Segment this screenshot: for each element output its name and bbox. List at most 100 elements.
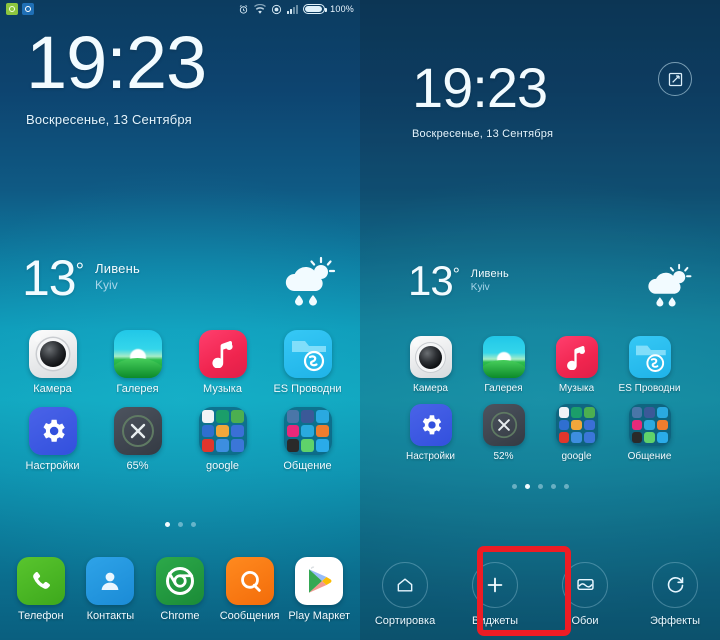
app-label: google	[561, 451, 592, 462]
app-item-cleaner[interactable]: 52%	[467, 404, 540, 462]
dock-item-messages[interactable]: Сообщения	[215, 557, 285, 622]
toolbar-label: Сортировка	[374, 614, 436, 627]
weather-temperature: 13°	[22, 253, 84, 303]
social-folder-icon	[283, 407, 332, 455]
toolbar-label: Виджеты	[472, 614, 518, 627]
clock-widget[interactable]: 19:23 Воскресенье, 13 Сентября	[26, 26, 207, 128]
es-file-explorer-icon	[628, 336, 671, 378]
app-grid: Камера Галерея Музыка ES Проводни Настро…	[360, 336, 720, 472]
page-dot[interactable]	[537, 484, 543, 489]
page-dot[interactable]	[190, 522, 196, 527]
home-outline-icon	[382, 561, 428, 608]
music-icon	[555, 336, 598, 378]
clock-widget[interactable]: 19:23 Воскресенье, 13 Сентября	[412, 56, 554, 141]
weather-temp-value: 13	[22, 250, 77, 306]
social-folder-icon	[628, 404, 671, 446]
folder-mini-grid	[631, 407, 668, 443]
folder-item-social[interactable]: Общение	[265, 407, 350, 472]
toolbar-button-widgets[interactable]: Виджеты	[450, 561, 540, 627]
app-item-gallery[interactable]: Галерея	[95, 330, 180, 395]
toolbar-button-wallpaper[interactable]: Обои	[540, 561, 630, 627]
app-label: Настройки	[25, 460, 80, 472]
app-item-gallery[interactable]: Галерея	[467, 336, 540, 394]
app-label: Общение	[283, 460, 332, 472]
app-item-cleaner[interactable]: 65%	[95, 407, 180, 472]
page-indicator[interactable]	[360, 484, 720, 489]
edit-pencil-square-icon[interactable]	[658, 62, 692, 96]
app-item-es-explorer[interactable]: ES Проводни	[613, 336, 686, 394]
contacts-icon	[86, 557, 135, 605]
gallery-icon	[113, 330, 162, 378]
dock-label: Телефон	[17, 610, 64, 622]
app-label: google	[205, 460, 240, 472]
page-dot[interactable]	[177, 522, 183, 527]
alarm-icon	[238, 4, 249, 15]
weather-meta: Ливень Kyiv	[471, 262, 509, 293]
page-dot[interactable]	[563, 484, 569, 489]
google-folder-icon	[198, 407, 247, 455]
edit-mode-toolbar: Сортировка Виджеты Обои Эффекты	[360, 548, 720, 640]
folder-mini-grid	[558, 407, 595, 443]
page-dot[interactable]	[511, 484, 517, 489]
status-bar-system: 100%	[238, 4, 354, 15]
rain-sun-cloud-icon	[638, 262, 694, 313]
app-item-settings[interactable]: Настройки	[394, 404, 467, 462]
dock-item-contacts[interactable]: Контакты	[76, 557, 146, 622]
toolbar-button-effects[interactable]: Эффекты	[630, 561, 720, 627]
dock-item-phone[interactable]: Телефон	[6, 557, 76, 622]
app-label: Настройки	[405, 451, 456, 462]
weather-widget[interactable]: 13° Ливень Kyiv	[0, 253, 360, 312]
clock-time: 19:23	[412, 56, 548, 119]
clock-date: Воскресенье, 13 Сентября	[412, 128, 554, 140]
app-label: 65%	[126, 460, 149, 472]
app-item-camera[interactable]: Камера	[394, 336, 467, 394]
dock-label: Контакты	[86, 610, 135, 622]
weather-degree-symbol: °	[452, 264, 460, 284]
folder-item-google[interactable]: google	[180, 407, 265, 472]
app-notification-green-icon	[6, 3, 18, 15]
folder-item-google[interactable]: google	[540, 404, 613, 462]
folder-item-social[interactable]: Общение	[613, 404, 686, 462]
google-folder-icon	[555, 404, 598, 446]
dock-bar: Телефон Контакты Chrome Сообщения Play М…	[0, 557, 360, 634]
page-dot[interactable]	[550, 484, 556, 489]
app-item-settings[interactable]: Настройки	[10, 407, 95, 472]
phone-icon	[16, 557, 65, 605]
gallery-icon	[482, 336, 525, 378]
dnd-icon	[271, 4, 282, 15]
app-grid: Камера Галерея Музыка ES Проводни Настро…	[0, 330, 360, 484]
app-item-camera[interactable]: Камера	[10, 330, 95, 395]
dock-item-chrome[interactable]: Chrome	[145, 557, 215, 622]
page-dot[interactable]	[524, 484, 530, 489]
folder-mini-grid	[286, 410, 329, 452]
home-screen-panel: 100% 19:23 Воскресенье, 13 Сентября 13° …	[0, 0, 360, 640]
clock-date: Воскресенье, 13 Сентября	[26, 112, 192, 127]
dock-label: Сообщения	[219, 610, 280, 622]
weather-temperature: 13°	[408, 260, 460, 302]
rain-sun-cloud-icon	[274, 255, 338, 312]
app-item-es-explorer[interactable]: ES Проводни	[265, 330, 350, 395]
page-indicator[interactable]	[0, 522, 360, 527]
weather-condition: Ливень	[95, 261, 140, 276]
app-label: Музыка	[558, 383, 595, 394]
weather-widget[interactable]: 13° Ливень Kyiv	[360, 260, 720, 313]
wifi-icon	[254, 4, 267, 14]
screenshot-root: 100% 19:23 Воскресенье, 13 Сентября 13° …	[0, 0, 720, 640]
app-label: Камера	[33, 383, 72, 395]
app-label: Камера	[413, 383, 448, 394]
settings-gear-icon	[409, 404, 452, 446]
plus-icon	[472, 561, 518, 608]
dock-item-play-store[interactable]: Play Маркет	[284, 557, 354, 622]
edit-mode-panel: 19:23 Воскресенье, 13 Сентября 13° Ливен…	[360, 0, 720, 640]
battery-percent-label: 100%	[330, 4, 354, 14]
weather-degree-symbol: °	[75, 259, 84, 283]
app-item-music[interactable]: Музыка	[180, 330, 265, 395]
page-dot[interactable]	[164, 522, 170, 527]
camera-icon	[409, 336, 452, 378]
app-label: 52%	[493, 451, 514, 462]
app-item-music[interactable]: Музыка	[540, 336, 613, 394]
dock-label: Chrome	[160, 610, 200, 622]
toolbar-button-sort[interactable]: Сортировка	[360, 561, 450, 627]
play-store-icon	[295, 557, 344, 605]
app-label: ES Проводни	[618, 383, 681, 394]
